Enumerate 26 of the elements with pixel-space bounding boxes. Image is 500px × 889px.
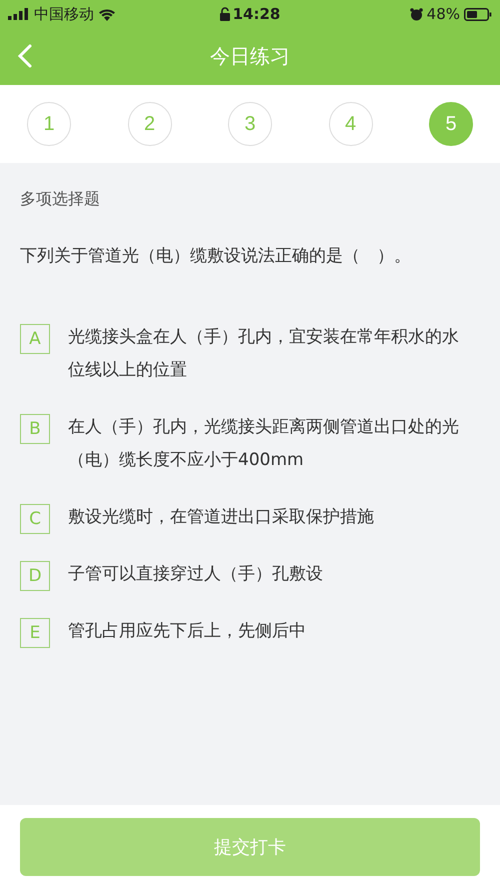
question-type: 多项选择题 [20,189,100,210]
question-number-button[interactable]: 1 [27,102,71,146]
option-letter[interactable]: D [20,561,50,591]
option-letter[interactable]: B [20,414,50,444]
battery-icon [464,8,492,20]
option-letter[interactable]: E [20,618,50,648]
carrier-name: 中国移动 [34,4,94,24]
question-number-button[interactable]: 2 [128,102,172,146]
option-letter[interactable]: C [20,504,50,534]
option-text[interactable]: 光缆接头盒在人（手）孔内，宜安装在常年积水的水位线以上的位置 [68,321,466,387]
question-number-button[interactable]: 4 [328,102,372,146]
option-text[interactable]: 在人（手）孔内，光缆接头距离两侧管道出口处的光（电）缆长度不应小于400mm [68,411,466,477]
question-text: 下列关于管道光（电）缆敷设说法正确的是（ ）。 [20,245,412,268]
question-number-button[interactable]: 5 [429,102,473,146]
battery-percent: 48% [426,5,460,23]
alarm-icon [410,8,423,20]
option-text[interactable]: 敷设光缆时，在管道进出口采取保护措施 [68,501,374,534]
option-letter[interactable]: A [20,324,50,354]
lock-icon [220,7,230,21]
question-number-button[interactable]: 3 [228,102,272,146]
signal-icon [8,8,30,20]
clock-time: 14:28 [232,5,280,23]
page-title: 今日练习 [210,43,290,70]
wifi-icon [98,8,116,20]
option-text[interactable]: 管孔占用应先下后上，先侧后中 [68,615,306,648]
option-text[interactable]: 子管可以直接穿过人（手）孔敷设 [68,558,323,591]
